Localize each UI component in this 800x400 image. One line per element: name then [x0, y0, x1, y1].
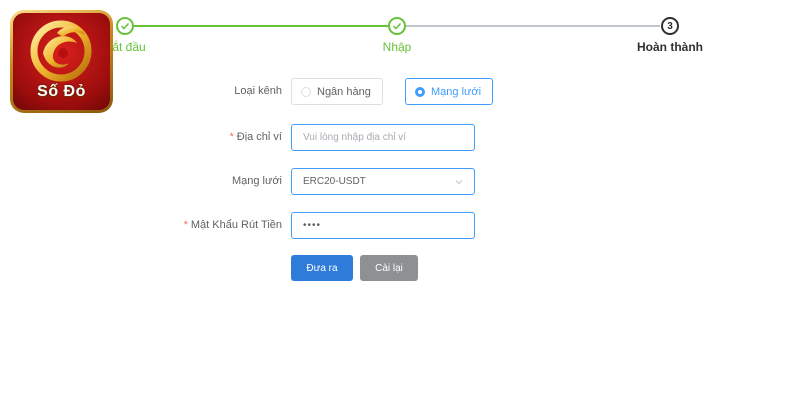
channel-type-label: Loại kênh: [234, 85, 282, 97]
required-mark: *: [183, 219, 188, 231]
radio-bank-label: Ngân hàng: [317, 85, 371, 98]
radio-network[interactable]: Mạng lưới: [405, 78, 493, 105]
withdraw-password-input[interactable]: [291, 212, 475, 239]
chevron-down-icon: [455, 179, 463, 184]
radio-unchecked-icon: [301, 86, 311, 97]
network-select[interactable]: ERC20-USDT: [291, 168, 475, 195]
wallet-address-input[interactable]: [291, 124, 475, 151]
step-1-check-icon: [116, 17, 134, 35]
step-3-number: 3: [661, 17, 679, 35]
withdraw-password-label: * Mật Khẩu Rút Tiền: [183, 219, 282, 231]
step-2-label: Nhập: [382, 40, 412, 54]
radio-network-label: Mạng lưới: [431, 85, 482, 98]
reset-button[interactable]: Cài lại: [360, 255, 418, 281]
wallet-address-label: * Địa chỉ ví: [229, 131, 282, 143]
progress-steps: 3 Bắt đầu Nhập Hoàn thành: [0, 0, 800, 60]
network-label: Mạng lưới: [231, 175, 282, 187]
step-3-label: Hoàn thành: [637, 40, 703, 54]
required-mark: *: [229, 131, 234, 143]
radio-checked-icon: [415, 86, 425, 97]
brand-logo-text: Số Đỏ: [37, 83, 86, 100]
radio-bank[interactable]: Ngân hàng: [291, 78, 383, 105]
submit-button[interactable]: Đưa ra: [291, 255, 353, 281]
step-2-check-icon: [388, 17, 406, 35]
network-select-value: ERC20-USDT: [303, 176, 366, 187]
step-connector-pending: [406, 25, 660, 27]
brand-logo: Số Đỏ: [10, 10, 113, 113]
step-connector-done: [134, 25, 388, 27]
